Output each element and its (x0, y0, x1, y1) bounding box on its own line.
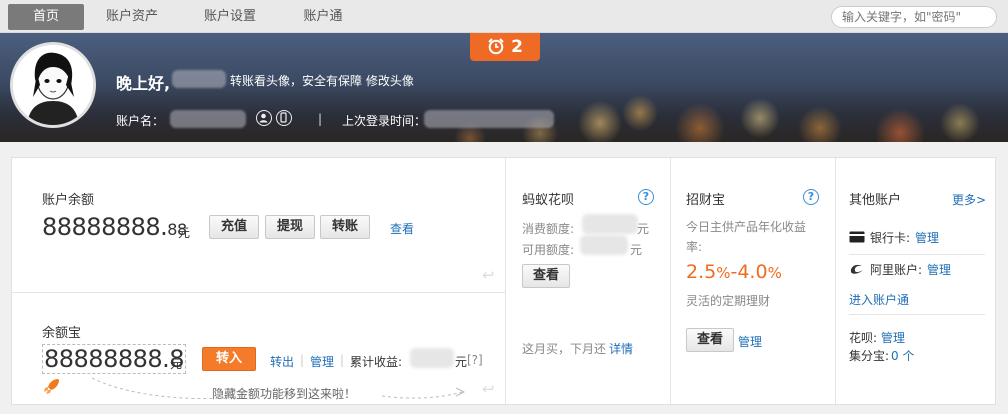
divider (670, 158, 671, 406)
rate-high-percent: % (767, 264, 782, 282)
other-accounts-title: 其他账户 (849, 193, 902, 208)
bank-card-label: 银行卡: (870, 231, 911, 245)
huabei-manage-link[interactable]: 管理 (881, 329, 905, 346)
balance-label: 账户余额 (42, 193, 95, 208)
tab-settings[interactable]: 账户设置 (190, 4, 270, 30)
cumulative-unit: 元 (455, 355, 468, 369)
cumulative-income-label: 累计收益: (350, 355, 403, 369)
masked-available-quota (580, 235, 628, 255)
consume-quota-unit: 元 (637, 222, 650, 236)
masked-account-name (170, 110, 246, 128)
zhaocaibao-manage-link[interactable]: 管理 (738, 333, 762, 350)
yuebao-unit: 元 (170, 357, 183, 371)
transfer-button[interactable]: 转账 (320, 215, 370, 239)
balance-integer: 88888888. (42, 213, 168, 241)
available-quota-unit: 元 (630, 243, 643, 257)
alarm-clock-icon (488, 38, 504, 55)
hint-arrow (92, 377, 466, 400)
divider (505, 158, 506, 406)
zhaocaibao-subtitle: 灵活的定期理财 (686, 294, 771, 308)
refresh-icon[interactable]: ↩ (482, 266, 495, 284)
banner-separator: | (318, 112, 323, 126)
consume-quota-label: 消费额度: (522, 222, 575, 236)
masked-login-time (424, 110, 554, 128)
link-separator: | (300, 353, 305, 367)
rate-low-percent: % (716, 264, 731, 282)
withdraw-button[interactable]: 提现 (265, 215, 315, 239)
transfer-out-link[interactable]: 转出 (270, 353, 294, 370)
edit-avatar-link[interactable]: 修改头像 (366, 74, 414, 88)
recharge-button[interactable]: 充值 (209, 215, 259, 239)
rocket-icon (44, 379, 59, 394)
avatar[interactable] (10, 42, 96, 128)
search-input[interactable] (831, 6, 997, 28)
help-link[interactable]: [?] (467, 353, 483, 367)
jifenbao-value: 0 个 (891, 349, 915, 363)
alarm-badge[interactable]: 2 (470, 33, 540, 61)
yuebao-label: 余额宝 (42, 326, 82, 341)
more-link[interactable]: 更多> (952, 191, 986, 208)
greeting-tail: 转账看头像，安全有保障 修改头像 (230, 72, 414, 89)
huabei-detail-link[interactable]: 详情 (609, 340, 633, 357)
greeting: 晚上好, (116, 74, 171, 93)
tab-assets[interactable]: 账户资产 (92, 4, 172, 30)
zhaocaibao-description: 今日主供产品年化收益率: (686, 220, 807, 254)
avatar-portrait-icon (13, 45, 93, 125)
divider (849, 314, 985, 315)
divider (12, 292, 505, 293)
huabei-title: 蚂蚁花呗 (522, 193, 575, 208)
bank-card-manage-link[interactable]: 管理 (915, 229, 939, 246)
available-quota-label: 可用额度: (522, 243, 575, 257)
zhaocaibao-title: 招财宝 (686, 193, 726, 208)
rate-high: 4.0 (737, 261, 768, 283)
huabei-view-button[interactable]: 查看 (522, 264, 570, 288)
avatar-security-tip: 转账看头像，安全有保障 (230, 74, 363, 88)
tab-account-link[interactable]: 账户通 (288, 4, 358, 30)
jifenbao-label: 集分宝: (849, 349, 890, 363)
masked-consume-quota (582, 214, 638, 234)
help-icon[interactable]: ? (803, 189, 819, 205)
alibaba-icon (850, 264, 863, 274)
enter-account-link[interactable]: 进入账户通 (849, 291, 909, 308)
transfer-in-button[interactable]: 转入 (202, 347, 256, 371)
link-separator: | (340, 353, 345, 367)
help-icon[interactable]: ? (638, 189, 654, 205)
identity-icon[interactable] (256, 110, 272, 126)
alarm-count: 2 (511, 37, 523, 57)
rate-low: 2.5 (686, 261, 717, 283)
refresh-icon[interactable]: ↩ (482, 380, 495, 398)
tab-home[interactable]: 首页 (8, 4, 84, 30)
bank-card-icon (849, 231, 865, 243)
yuebao-manage-link[interactable]: 管理 (310, 353, 334, 370)
last-login-label: 上次登录时间： (342, 114, 427, 128)
balance-amount: 88888888.88 (42, 213, 187, 241)
zhaocaibao-view-button[interactable]: 查看 (686, 328, 734, 352)
masked-username (172, 70, 226, 88)
alibaba-manage-link[interactable]: 管理 (927, 261, 951, 278)
annual-yield-range: 2.5%-4.0% (686, 261, 782, 283)
mobile-phone-icon[interactable] (276, 110, 292, 126)
divider (849, 254, 985, 255)
account-name-label: 账户名： (116, 114, 165, 128)
divider (835, 158, 836, 406)
top-nav: 首页 账户资产 账户设置 账户通 (0, 0, 1008, 33)
huabei-account-label: 花呗: (849, 331, 878, 345)
view-balance-link[interactable]: 查看 (390, 220, 414, 237)
alibaba-account-label: 阿里账户: (870, 263, 923, 277)
balance-unit: 元 (178, 226, 191, 240)
yuebao-amount: 88888888.8 (42, 344, 187, 374)
masked-income (410, 348, 454, 368)
assets-panel: 账户余额 88888888.88 元 充值 提现 转账 查看 ↩ 余额宝 888… (11, 157, 996, 406)
huabei-slogan: 这月买，下月还 (522, 342, 607, 356)
